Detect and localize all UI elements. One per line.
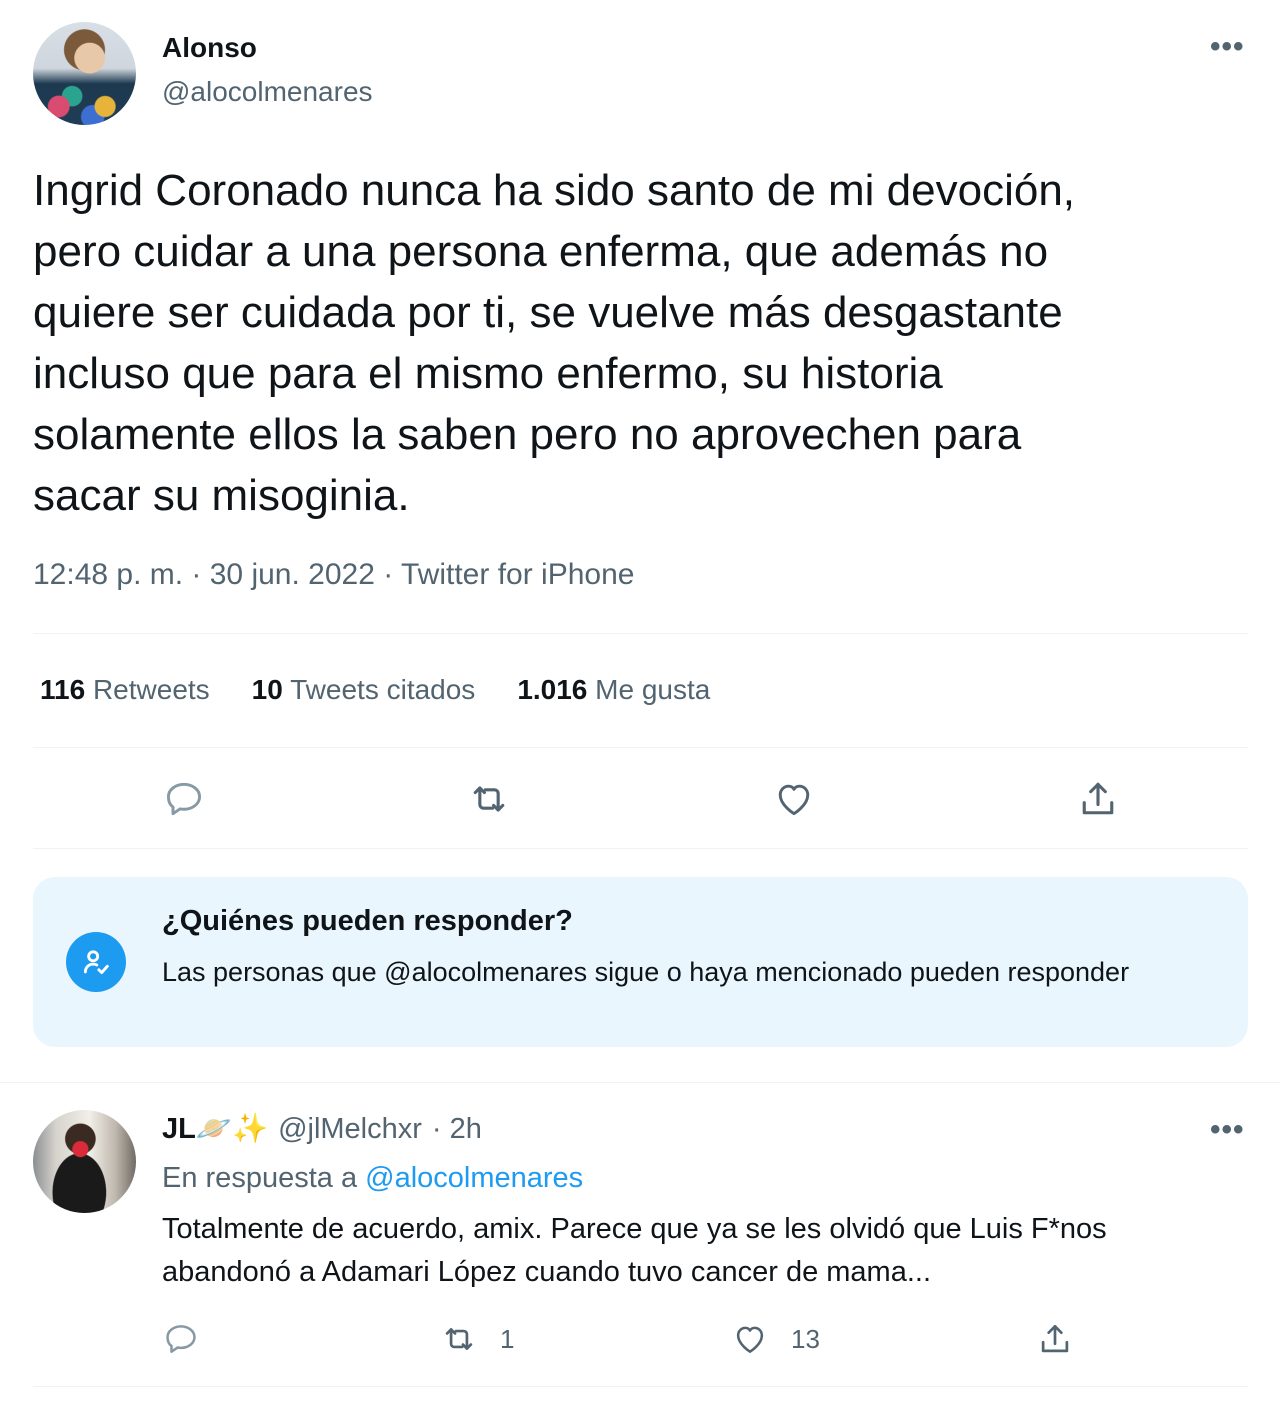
reply-text: Totalmente de acuerdo, amix. Parece que … (162, 1213, 1107, 1288)
stat-quote-tweets[interactable]: 10 Tweets citados (252, 674, 476, 706)
retweet-icon (445, 1328, 473, 1350)
reply-retweet-button[interactable]: 1 (440, 1320, 514, 1358)
reply-like-button[interactable]: 13 (731, 1320, 820, 1358)
share-icon (1041, 1324, 1069, 1353)
author-name[interactable]: Alonso (162, 32, 257, 64)
author-handle[interactable]: @alocolmenares (162, 76, 373, 108)
likes-count: 1.016 (517, 674, 588, 705)
share-icon[interactable] (1076, 777, 1120, 821)
reply-more-options-icon[interactable]: ••• (1210, 1113, 1245, 1147)
quote-tweets-count: 10 (251, 674, 283, 705)
section-divider (0, 1082, 1280, 1083)
stat-retweets[interactable]: 116 Retweets (40, 674, 210, 706)
like-icon (736, 1326, 764, 1353)
likes-label: Me gusta (595, 674, 711, 705)
mention-user-icon (66, 932, 126, 992)
divider (33, 1386, 1248, 1387)
reply-header: JL🪐✨ @jlMelchxr · 2h (162, 1112, 482, 1146)
retweet-icon[interactable] (467, 777, 511, 821)
reply-icon (166, 1325, 196, 1353)
in-reply-to-handle[interactable]: @alocolmenares (365, 1162, 583, 1194)
tweet-text: Ingrid Coronado nunca ha sido santo de m… (33, 166, 1076, 520)
reply-author-name[interactable]: JL🪐✨ (162, 1112, 268, 1146)
reply-time[interactable]: · 2h (432, 1113, 482, 1146)
tweet-stats: 116 Retweets 10 Tweets citados 1.016 Me … (40, 674, 710, 706)
reply-share-button[interactable] (1036, 1320, 1074, 1358)
in-reply-to: En respuesta a @alocolmenares (162, 1162, 583, 1195)
who-can-reply-title: ¿Quiénes pueden responder? (162, 905, 573, 937)
stat-likes[interactable]: 1.016 Me gusta (517, 674, 710, 706)
reply-author-handle[interactable]: @jlMelchxr (278, 1113, 422, 1146)
quote-tweets-label: Tweets citados (290, 674, 476, 705)
like-icon[interactable] (772, 777, 816, 821)
retweets-label: Retweets (92, 674, 210, 705)
divider (33, 747, 1248, 748)
more-options-icon[interactable]: ••• (1210, 30, 1245, 64)
who-can-reply-description: Las personas que @alocolmenares sigue o … (162, 957, 1130, 987)
author-avatar[interactable] (33, 22, 136, 125)
reply-retweet-count: 1 (500, 1323, 515, 1354)
in-reply-to-label: En respuesta a (162, 1162, 358, 1194)
reply-like-count: 13 (791, 1323, 820, 1354)
reply-author-avatar[interactable] (33, 1110, 136, 1213)
reply-icon[interactable] (162, 777, 206, 821)
divider (33, 633, 1248, 634)
retweets-count: 116 (40, 674, 86, 705)
divider (33, 848, 1248, 849)
reply-reply-button[interactable] (162, 1320, 200, 1358)
tweet-metadata[interactable]: 12:48 p. m. · 30 jun. 2022 · Twitter for… (33, 558, 634, 592)
